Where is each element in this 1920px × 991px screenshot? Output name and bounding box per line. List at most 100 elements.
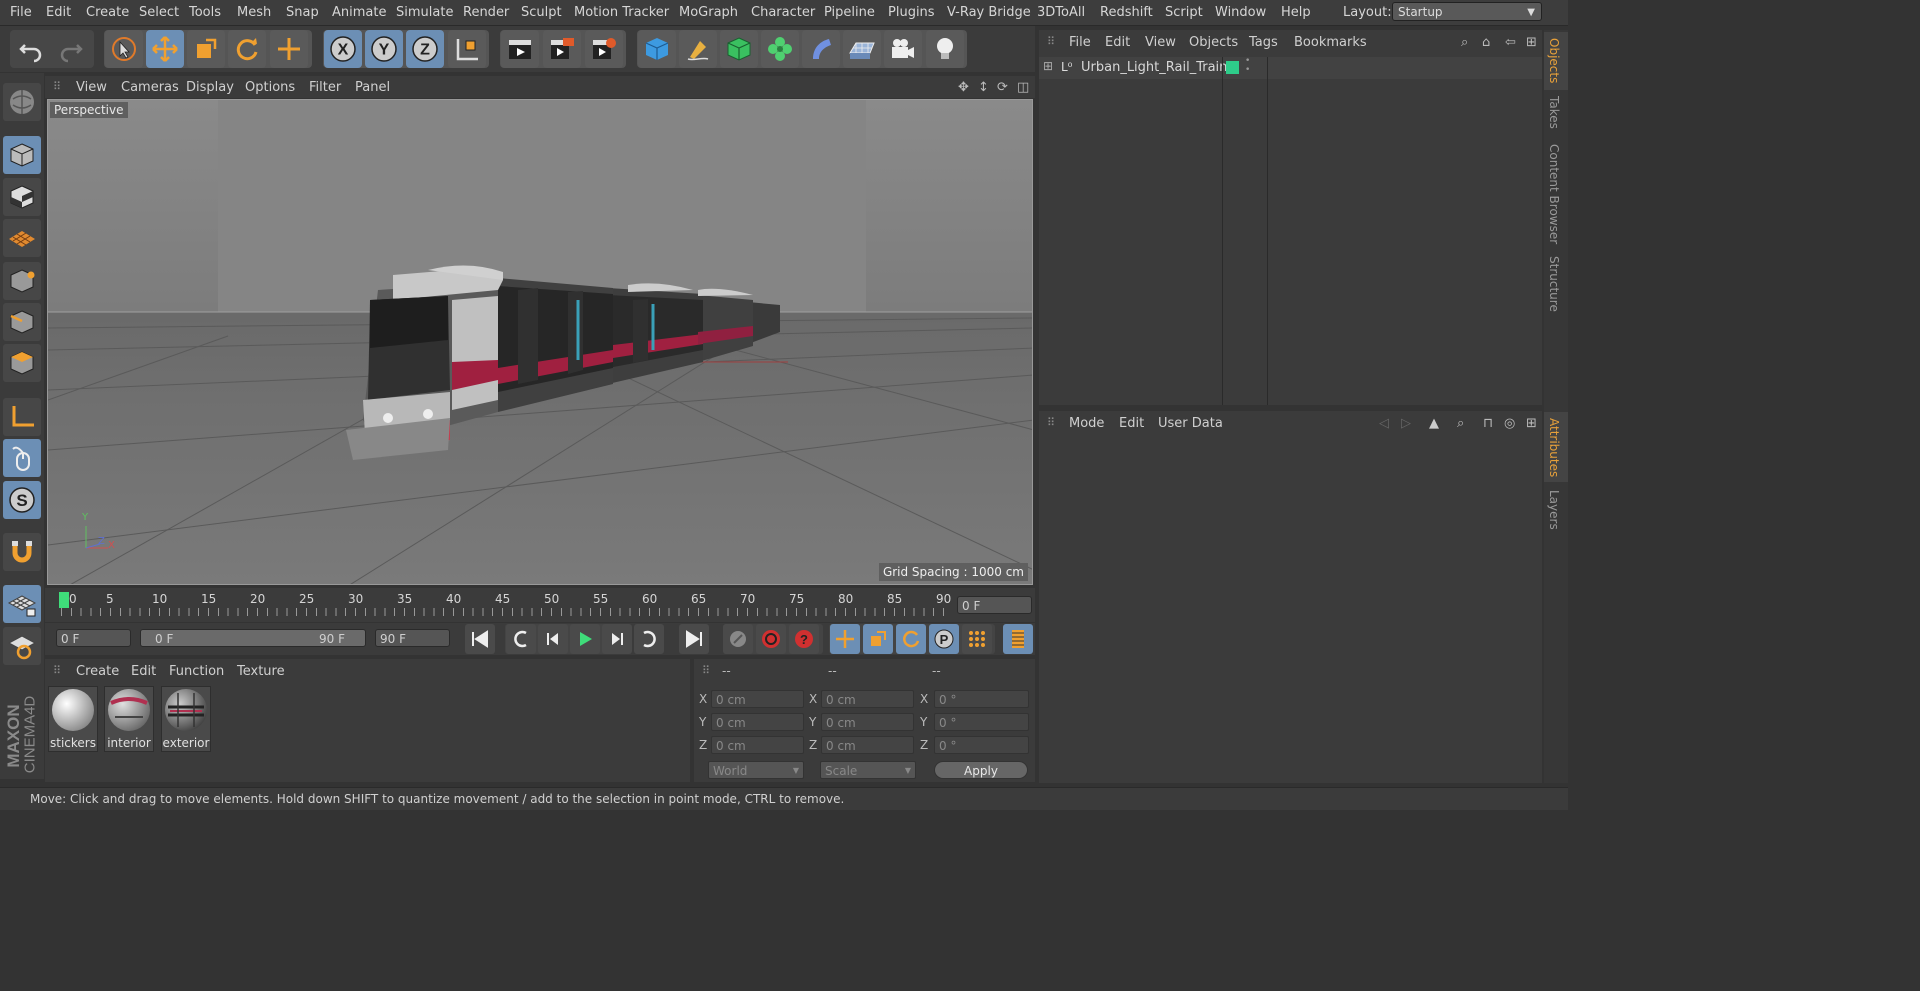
menu-pipeline[interactable]: Pipeline — [824, 5, 875, 20]
end-frame-field[interactable]: 90 F — [375, 629, 450, 647]
menu-simulate[interactable]: Simulate — [396, 5, 453, 20]
pen-tool-button[interactable] — [679, 30, 717, 68]
new-panel-icon[interactable]: ⊞ — [1526, 416, 1537, 431]
object-menu-tags[interactable]: Tags — [1249, 35, 1278, 50]
tweak-mode-button[interactable] — [3, 439, 41, 477]
menu-sculpt[interactable]: Sculpt — [521, 5, 562, 20]
model-mode-button[interactable] — [3, 136, 41, 174]
object-menu-objects[interactable]: Objects — [1189, 35, 1238, 50]
parameter-track-button[interactable]: P — [929, 624, 959, 654]
material-exterior[interactable]: exterior — [161, 686, 211, 752]
material-menu-texture[interactable]: Texture — [237, 664, 285, 679]
tab-structure[interactable]: Structure — [1547, 256, 1561, 312]
viewport-menu-view[interactable]: View — [76, 80, 107, 95]
record-keys-button[interactable] — [723, 624, 753, 654]
search-icon[interactable]: ⌕ — [1457, 416, 1464, 431]
y-axis-lock-button[interactable]: Y — [365, 30, 403, 68]
rotate-tool-button[interactable] — [228, 30, 266, 68]
coordinate-system-button[interactable] — [448, 30, 486, 68]
render-settings-button[interactable] — [585, 30, 623, 68]
x-axis-lock-button[interactable]: X — [324, 30, 362, 68]
rotation-p-field[interactable]: 0 ° — [934, 713, 1029, 731]
edges-mode-button[interactable] — [3, 303, 41, 341]
menu-mograph[interactable]: MoGraph — [679, 5, 738, 20]
light-button[interactable] — [926, 30, 964, 68]
menu-create[interactable]: Create — [86, 5, 129, 20]
go-to-end-button[interactable] — [679, 624, 709, 654]
coordinate-mode-dropdown[interactable]: World ▼ — [708, 761, 804, 779]
perspective-viewport[interactable]: Perspective Grid Spacing : 1000 cm Y Z X — [47, 99, 1033, 585]
menu-help[interactable]: Help — [1281, 5, 1311, 20]
workplane-align-button[interactable] — [3, 627, 41, 665]
viewport-menu-options[interactable]: Options — [245, 80, 295, 95]
size-y-field[interactable]: 0 cm — [821, 713, 914, 731]
keyframe-selection-button[interactable]: ? — [789, 624, 819, 654]
expand-icon[interactable]: ⊞ — [1043, 59, 1053, 73]
viewport-rotate-icon[interactable]: ⟳ — [997, 80, 1008, 95]
layout-dropdown[interactable]: Startup ▼ — [1392, 2, 1542, 21]
timeline[interactable]: 0 5 10 15 20 25 30 35 40 45 50 55 60 65 … — [45, 588, 1035, 622]
visibility-dots-icon[interactable]: • • — [1245, 57, 1250, 75]
timeline-window-button[interactable] — [1003, 624, 1033, 654]
menu-vray-bridge[interactable]: V-Ray Bridge — [947, 5, 1031, 20]
workplane-mode-button[interactable] — [3, 219, 41, 257]
apply-button[interactable]: Apply — [934, 761, 1028, 779]
render-view-button[interactable] — [501, 30, 539, 68]
viewport-menu-filter[interactable]: Filter — [309, 80, 341, 95]
menu-mesh[interactable]: Mesh — [237, 5, 271, 20]
size-mode-dropdown[interactable]: Scale ▼ — [820, 761, 916, 779]
menu-window[interactable]: Window — [1215, 5, 1266, 20]
object-row-urban-light-rail-train[interactable]: ⊞ L⁰ Urban_Light_Rail_Train • • — [1039, 57, 1542, 79]
drag-handle-icon[interactable]: ⠿ — [702, 664, 710, 677]
live-selection-button[interactable] — [105, 30, 143, 68]
subdivision-surface-button[interactable] — [720, 30, 758, 68]
points-mode-button[interactable] — [3, 262, 41, 300]
polygons-mode-button[interactable] — [3, 344, 41, 382]
point-level-button[interactable] — [962, 624, 992, 654]
rotation-h-field[interactable]: 0 ° — [934, 690, 1029, 708]
viewport-menu-display[interactable]: Display — [186, 80, 234, 95]
menu-render[interactable]: Render — [463, 5, 509, 20]
previous-frame-button[interactable] — [538, 624, 568, 654]
drag-handle-icon[interactable]: ⠿ — [53, 664, 61, 677]
attribute-menu-user-data[interactable]: User Data — [1158, 416, 1223, 431]
search-icon[interactable]: ⌕ — [1461, 35, 1468, 50]
camera-button[interactable] — [884, 30, 922, 68]
position-y-field[interactable]: 0 cm — [711, 713, 804, 731]
object-menu-view[interactable]: View — [1145, 35, 1176, 50]
position-track-button[interactable] — [830, 624, 860, 654]
transform-tool-button[interactable] — [270, 30, 308, 68]
menu-tools[interactable]: Tools — [189, 5, 221, 20]
menu-edit[interactable]: Edit — [46, 5, 71, 20]
tab-attributes[interactable]: Attributes — [1547, 418, 1561, 477]
axis-mode-button[interactable] — [3, 398, 41, 436]
nav-back-icon[interactable]: ◁ — [1379, 416, 1389, 431]
tab-objects[interactable]: Objects — [1547, 38, 1561, 83]
target-icon[interactable]: ◎ — [1504, 416, 1515, 431]
next-frame-button[interactable] — [602, 624, 632, 654]
tab-takes[interactable]: Takes — [1547, 96, 1561, 129]
move-tool-button[interactable] — [146, 30, 184, 68]
material-menu-function[interactable]: Function — [169, 664, 224, 679]
position-z-field[interactable]: 0 cm — [711, 736, 804, 754]
autokey-button[interactable] — [756, 624, 786, 654]
viewport-zoom-icon[interactable]: ↕ — [978, 80, 989, 95]
rotation-track-button[interactable] — [896, 624, 926, 654]
lock-icon[interactable]: ⊓ — [1483, 416, 1493, 431]
drag-handle-icon[interactable]: ⠿ — [53, 80, 61, 93]
next-key-button[interactable] — [634, 624, 664, 654]
play-button[interactable] — [570, 624, 600, 654]
home-icon[interactable]: ⌂ — [1482, 35, 1490, 50]
menu-plugins[interactable]: Plugins — [888, 5, 935, 20]
nav-forward-icon[interactable]: ▷ — [1401, 416, 1411, 431]
drag-handle-icon[interactable]: ⠿ — [1047, 416, 1055, 429]
deformer-button[interactable] — [802, 30, 840, 68]
snap-enable-button[interactable] — [3, 533, 41, 571]
cloner-button[interactable] — [761, 30, 799, 68]
material-menu-create[interactable]: Create — [76, 664, 119, 679]
frame-range-slider[interactable]: 0 F 90 F — [140, 629, 366, 647]
menu-3dtoall[interactable]: 3DToAll — [1037, 5, 1085, 20]
make-editable-button[interactable] — [3, 83, 41, 121]
scale-track-button[interactable] — [863, 624, 893, 654]
z-axis-lock-button[interactable]: Z — [406, 30, 444, 68]
